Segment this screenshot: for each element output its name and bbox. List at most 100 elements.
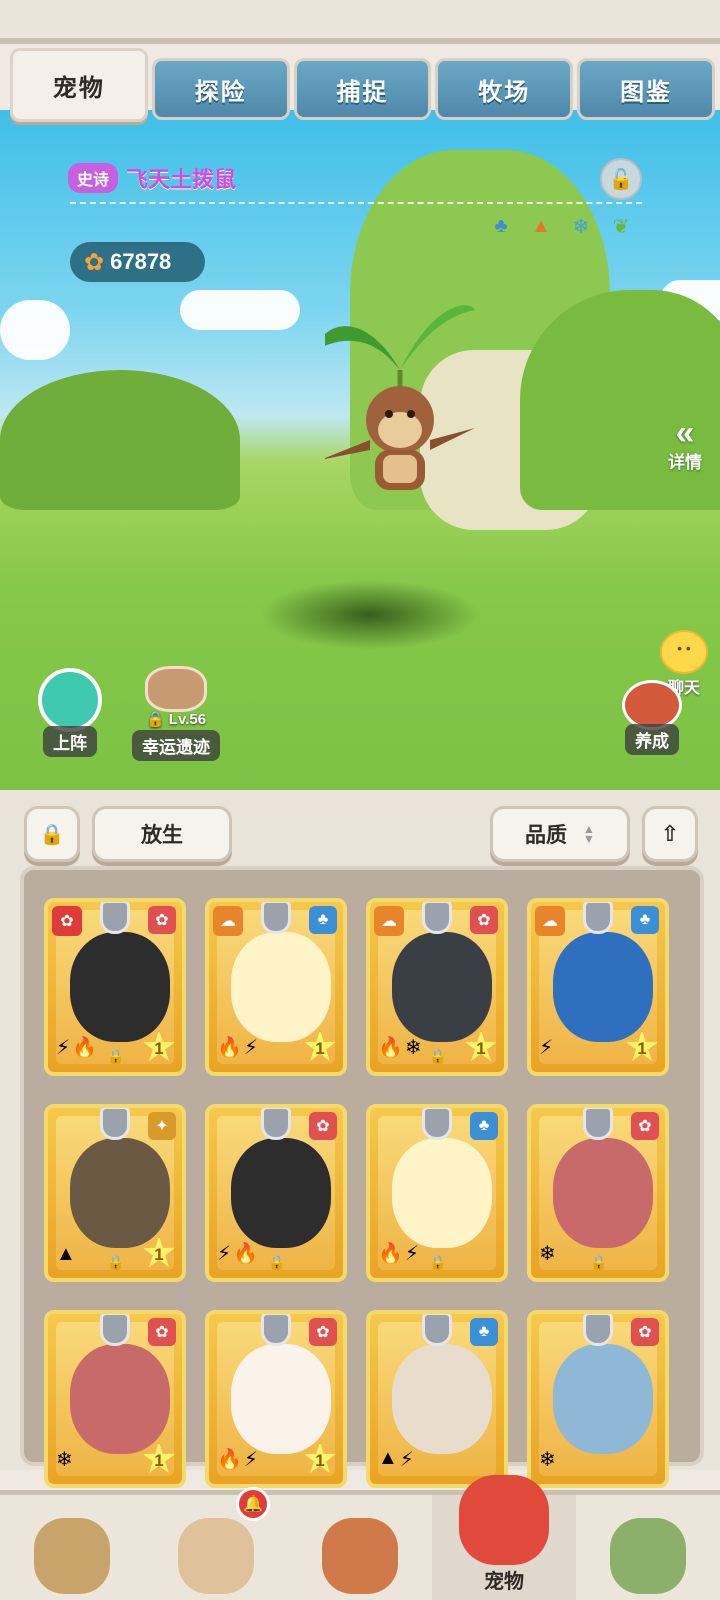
quality-badge: 史诗 <box>68 163 119 193</box>
sort-label: 品质 <box>525 824 568 847</box>
type-emblem-icon: ✿ <box>631 1318 659 1346</box>
paw-badge-icon: ✿ <box>52 906 82 936</box>
nav-item-chief-avatar[interactable] <box>0 1495 144 1600</box>
batch-lock-button[interactable]: 🔒 <box>24 806 80 862</box>
flying-gopher-pet[interactable] <box>325 290 475 510</box>
lock-icon: 🔒 <box>39 823 65 846</box>
element-icons: ▲ <box>56 1243 76 1266</box>
pet-portrait <box>553 1138 653 1248</box>
pet-card[interactable]: ✿ ❄ 1 <box>44 1310 186 1488</box>
cloud-badge-icon: ☁ <box>374 906 404 936</box>
pet-title-row: 史诗 飞天土拨鼠 <box>68 162 236 194</box>
pet-card[interactable]: ✿ ❄ 🔒 <box>527 1104 669 1282</box>
element-icon: ⚡ <box>243 1037 258 1059</box>
red-panda-avatar-icon <box>622 680 682 730</box>
pet-attribute-icons: ♣ ▲ ❄ ❦ <box>486 212 636 240</box>
pet-card[interactable]: ♣ ☁ 🔥 ⚡ 1 <box>205 898 347 1076</box>
nav-item-red-dino-pet[interactable]: 宠物 <box>432 1475 576 1600</box>
element-icon: ▲ <box>56 1243 76 1265</box>
pet-portrait <box>231 932 331 1042</box>
detail-button[interactable]: « 详情 <box>668 416 702 473</box>
shield-icon <box>100 1314 130 1346</box>
type-emblem-icon: ✦ <box>148 1112 176 1140</box>
nav-item-hero-avatar[interactable]: 🔔 <box>144 1487 288 1600</box>
element-icons: ⚡ 🔥 <box>217 1241 258 1266</box>
bell-notification-icon: 🔔 <box>236 1487 270 1521</box>
tab-codex[interactable]: 图鉴 <box>577 58 715 120</box>
shield-icon <box>583 1314 613 1346</box>
pet-card[interactable]: ✿ 🔥 ⚡ 1 <box>205 1310 347 1488</box>
pet-card[interactable]: ✦ ▲ 1 🔒 <box>44 1104 186 1282</box>
element-icon: 🔥 <box>378 1243 403 1265</box>
arrow-up-icon: ⇧ <box>660 821 680 846</box>
tab-ranch[interactable]: 牧场 <box>435 58 574 120</box>
pet-portrait <box>553 1344 653 1454</box>
top-stone-border <box>0 0 720 44</box>
element-icon: ❄ <box>539 1449 556 1471</box>
type-emblem-icon: ♣ <box>470 1112 498 1140</box>
pet-card[interactable]: ✿ ☁ 🔥 ❄ 1 🔒 <box>366 898 508 1076</box>
shield-icon <box>422 902 452 934</box>
release-button[interactable]: 放生 <box>92 806 232 862</box>
pet-card[interactable]: ✿ ⚡ 🔥 🔒 <box>205 1104 347 1282</box>
tab-explore[interactable]: 探险 <box>151 58 290 120</box>
tab-capture[interactable]: 捕捉 <box>293 58 432 120</box>
shield-icon <box>422 1108 452 1140</box>
lock-icon: 🔒 <box>429 1254 447 1270</box>
type-emblem-icon: ✿ <box>148 1318 176 1346</box>
deploy-label: 上阵 <box>43 726 97 757</box>
sort-arrows-icon: ▲ ▼ <box>583 822 595 846</box>
nav-item-stone-house[interactable] <box>576 1495 720 1600</box>
sort-quality-dropdown[interactable]: 品质 ▲ ▼ <box>490 806 630 862</box>
element-icon: 🔥 <box>217 1449 242 1471</box>
sort-order-button[interactable]: ⇧ <box>642 806 698 862</box>
lock-icon: 🔒 <box>268 1254 286 1270</box>
nav-item-totem-mask[interactable] <box>288 1495 432 1600</box>
element-icons: ⚡ <box>539 1035 553 1060</box>
relic-label: 幸运遗迹 <box>132 730 220 761</box>
pet-card[interactable]: ✿ ✿ ⚡ 🔥 1 🔒 <box>44 898 186 1076</box>
snowflake-icon: ❄ <box>572 215 590 238</box>
type-emblem-icon: ♣ <box>470 1318 498 1346</box>
cloud-badge-icon: ☁ <box>535 906 565 936</box>
paw-coin-icon: ✿ <box>84 248 105 276</box>
lock-icon: 🔒 <box>107 1254 125 1270</box>
pet-lock-button[interactable]: 🔓 <box>600 158 642 200</box>
shield-icon <box>261 1108 291 1140</box>
lucky-relic-button[interactable]: 🔒 Lv.56 幸运遗迹 <box>128 666 224 761</box>
pet-card[interactable]: ♣ 🔥 ⚡ 🔒 <box>366 1104 508 1282</box>
shield-icon <box>583 1108 613 1140</box>
pet-portrait <box>553 932 653 1042</box>
pet-portrait <box>70 932 170 1042</box>
element-icon: ⚡ <box>56 1037 71 1059</box>
tab-pets[interactable]: 宠物 <box>10 48 148 122</box>
element-icon: ⚡ <box>539 1037 554 1059</box>
detail-label: 详情 <box>668 453 702 472</box>
bottom-nav: 🔔 宠物 <box>0 1475 720 1600</box>
totem-mask-icon <box>322 1518 398 1594</box>
nurture-button[interactable]: 养成 <box>614 680 690 755</box>
pet-card[interactable]: ✿ ❄ <box>527 1310 669 1488</box>
cloud <box>0 300 70 360</box>
pet-portrait <box>70 1344 170 1454</box>
type-emblem-icon: ♣ <box>631 906 659 934</box>
element-icon: ❄ <box>539 1243 556 1265</box>
title-divider <box>70 202 642 204</box>
element-icon: ⚡ <box>404 1243 419 1265</box>
paw-coin-amount: 67878 <box>110 249 172 274</box>
element-icons: 🔥 ⚡ <box>217 1447 258 1472</box>
green-hill <box>520 290 720 510</box>
relic-level-row: 🔒 Lv.56 <box>128 710 224 728</box>
deploy-button[interactable]: 上阵 <box>34 668 106 757</box>
type-emblem-icon: ♣ <box>309 906 337 934</box>
pet-card[interactable]: ♣ ☁ ⚡ 1 <box>527 898 669 1076</box>
nurture-label: 养成 <box>625 724 679 755</box>
lock-icon: 🔒 <box>107 1048 125 1064</box>
element-icons: ⚡ 🔥 <box>56 1035 97 1060</box>
main-tabs: 宠物 探险 捕捉 牧场 图鉴 <box>10 44 715 122</box>
shield-icon <box>422 1314 452 1346</box>
pet-card[interactable]: ♣ ▲ ⚡ <box>366 1310 508 1488</box>
element-icons: ▲ ⚡ <box>378 1447 414 1472</box>
chief-avatar-icon <box>34 1518 110 1594</box>
lock-icon: 🔒 <box>590 1254 608 1270</box>
